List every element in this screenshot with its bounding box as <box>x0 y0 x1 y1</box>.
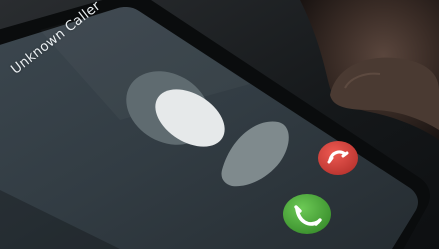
accept-button-circle[interactable] <box>283 194 331 234</box>
decline-call-button[interactable] <box>318 141 358 175</box>
accept-call-button[interactable] <box>283 194 331 234</box>
decline-button-circle[interactable] <box>318 141 358 175</box>
photo-scene: Unknown Caller <box>0 0 439 249</box>
